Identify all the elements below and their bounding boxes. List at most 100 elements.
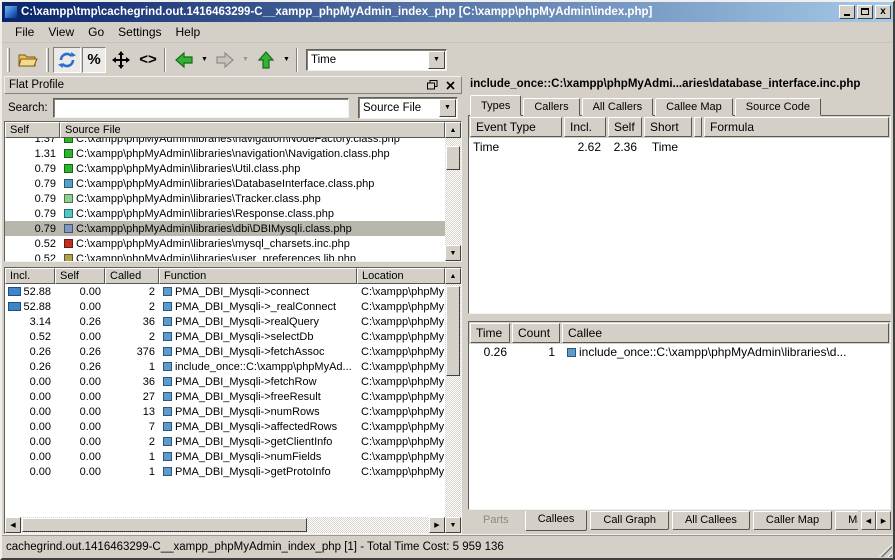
callee-row[interactable]: 0.26 1 include_once::C:\xampp\phpMyAdmin…: [469, 344, 890, 361]
close-button[interactable]: x: [875, 5, 891, 19]
scrollbar-track[interactable]: [445, 377, 461, 517]
function-row[interactable]: 52.88 0.00 2 PMA_DBI_Mysqli->connect C:\…: [5, 284, 445, 299]
function-row[interactable]: 0.52 0.00 2 PMA_DBI_Mysqli->selectDb C:\…: [5, 329, 445, 344]
context-tab[interactable]: Caller Map: [753, 511, 832, 530]
incl-cell: 0.26: [5, 361, 55, 373]
forward-dropdown-caret[interactable]: ▼: [240, 47, 251, 73]
event-type-row[interactable]: Time 2.62 2.36 Time: [469, 138, 890, 155]
tab-scroll-right-icon[interactable]: ▶: [876, 511, 891, 530]
function-row[interactable]: 0.00 0.00 13 PMA_DBI_Mysqli->numRows C:\…: [5, 404, 445, 419]
float-dock-button[interactable]: [425, 79, 439, 92]
column-header-incl[interactable]: Incl.: [5, 268, 55, 284]
source-file-row[interactable]: 1.31 C:\xampp\phpMyAdmin\libraries\navig…: [5, 146, 445, 161]
tab-scroll-left-icon[interactable]: ◀: [861, 511, 876, 530]
source-file-row[interactable]: 0.52 C:\xampp\phpMyAdmin\libraries\user_…: [5, 251, 445, 261]
maximize-icon: [861, 8, 869, 15]
scrollbar-thumb[interactable]: [446, 146, 460, 170]
column-header-incl[interactable]: Incl.: [564, 117, 606, 137]
source-file-row[interactable]: 0.79 C:\xampp\phpMyAdmin\libraries\Track…: [5, 191, 445, 206]
function-row[interactable]: 52.88 0.00 2 PMA_DBI_Mysqli->_realConnec…: [5, 299, 445, 314]
menu-item[interactable]: View: [41, 23, 81, 41]
scrollbar-thumb[interactable]: [22, 518, 307, 532]
combobox-dropdown-button[interactable]: ▼: [428, 51, 445, 69]
source-file-row[interactable]: 1.37 C:\xampp\phpMyAdmin\libraries\navig…: [5, 138, 445, 146]
combobox-dropdown-button[interactable]: ▼: [439, 99, 456, 117]
context-tab[interactable]: Types: [470, 95, 521, 116]
maximize-button[interactable]: [857, 5, 873, 19]
scrollbar-track[interactable]: [445, 171, 461, 245]
scrollbar-track[interactable]: [308, 517, 429, 533]
forward-button[interactable]: [211, 47, 239, 73]
back-button[interactable]: [170, 47, 198, 73]
scroll-right-icon[interactable]: ▶: [429, 517, 445, 533]
source-file-row[interactable]: 0.52 C:\xampp\phpMyAdmin\libraries\mysql…: [5, 236, 445, 251]
menu-item[interactable]: Settings: [111, 23, 168, 41]
function-row[interactable]: 3.14 0.26 36 PMA_DBI_Mysqli->realQuery C…: [5, 314, 445, 329]
up-dropdown-caret[interactable]: ▼: [281, 47, 292, 73]
context-tab[interactable]: Source Code: [735, 98, 821, 116]
column-header-location[interactable]: Location: [357, 268, 445, 284]
function-row[interactable]: 0.00 0.00 1 PMA_DBI_Mysqli->getProtoInfo…: [5, 464, 445, 479]
column-header-count[interactable]: Count: [512, 323, 560, 343]
context-tab[interactable]: Machine: [835, 511, 858, 530]
scroll-down-icon[interactable]: ▼: [445, 517, 461, 533]
toolbar-handle[interactable]: [7, 48, 10, 72]
menu-item[interactable]: File: [8, 23, 41, 41]
incl-cell: 0.00: [5, 421, 55, 433]
context-tab[interactable]: All Callees: [672, 511, 750, 530]
event-type-combobox[interactable]: Time ▼: [306, 49, 447, 71]
minimize-button[interactable]: [839, 5, 855, 19]
source-list-vscrollbar[interactable]: ▲ ▼: [445, 122, 461, 261]
function-row[interactable]: 0.00 0.00 27 PMA_DBI_Mysqli->freeResult …: [5, 389, 445, 404]
scroll-left-icon[interactable]: ◀: [5, 517, 21, 533]
context-tab[interactable]: Call Graph: [590, 511, 669, 530]
called-cell: 1: [105, 361, 159, 373]
column-header-self[interactable]: Self: [55, 268, 105, 284]
column-header-self[interactable]: Self: [5, 122, 60, 138]
menu-item[interactable]: Go: [81, 23, 111, 41]
group-by-combobox[interactable]: Source File ▼: [358, 97, 458, 119]
column-header-time[interactable]: Time: [470, 323, 510, 343]
source-file-row[interactable]: 0.79 C:\xampp\phpMyAdmin\libraries\Respo…: [5, 206, 445, 221]
open-file-button[interactable]: [14, 47, 42, 73]
source-file-row[interactable]: 0.79 C:\xampp\phpMyAdmin\libraries\Datab…: [5, 176, 445, 191]
scroll-down-icon[interactable]: ▼: [445, 245, 461, 261]
expand-collapse-button[interactable]: <>: [136, 47, 160, 73]
close-dock-button[interactable]: [443, 79, 457, 92]
back-dropdown-caret[interactable]: ▼: [199, 47, 210, 73]
function-row[interactable]: 0.00 0.00 2 PMA_DBI_Mysqli->getClientInf…: [5, 434, 445, 449]
context-tab[interactable]: Callee Map: [655, 98, 733, 116]
source-file-row[interactable]: 0.79 C:\xampp\phpMyAdmin\libraries\dbi\D…: [5, 221, 445, 236]
column-header-formula[interactable]: Formula: [704, 117, 889, 137]
file-path: C:\xampp\phpMyAdmin\libraries\navigation…: [76, 138, 400, 145]
context-tab[interactable]: Callers: [523, 98, 579, 116]
function-table-hscrollbar[interactable]: ◀ ▶: [5, 517, 445, 533]
relative-percent-button[interactable]: %: [82, 47, 106, 73]
function-row[interactable]: 0.00 0.00 7 PMA_DBI_Mysqli->affectedRows…: [5, 419, 445, 434]
move-dock-button[interactable]: [107, 47, 135, 73]
column-header-source-file[interactable]: Source File: [60, 122, 445, 138]
scroll-up-icon[interactable]: ▲: [445, 268, 461, 284]
context-tab[interactable]: Callees: [525, 511, 588, 531]
cycle-grouping-button[interactable]: [53, 47, 81, 73]
function-row[interactable]: 0.26 0.26 376 PMA_DBI_Mysqli->fetchAssoc…: [5, 344, 445, 359]
scrollbar-thumb[interactable]: [446, 286, 460, 376]
search-input[interactable]: [53, 98, 349, 118]
column-header-callee[interactable]: Callee: [562, 323, 889, 343]
toolbar-handle[interactable]: [46, 48, 49, 72]
function-row[interactable]: 0.00 0.00 36 PMA_DBI_Mysqli->fetchRow C:…: [5, 374, 445, 389]
function-row[interactable]: 0.00 0.00 1 PMA_DBI_Mysqli->numFields C:…: [5, 449, 445, 464]
function-row[interactable]: 0.26 0.26 1 include_once::C:\xampp\phpMy…: [5, 359, 445, 374]
column-header-event-type[interactable]: Event Type: [470, 117, 562, 137]
column-header-called[interactable]: Called: [105, 268, 159, 284]
scroll-up-icon[interactable]: ▲: [445, 122, 461, 138]
context-tab[interactable]: All Callers: [582, 98, 654, 116]
context-tab[interactable]: Parts: [470, 511, 522, 530]
column-header-function[interactable]: Function: [159, 268, 357, 284]
up-button[interactable]: [252, 47, 280, 73]
menu-item[interactable]: Help: [169, 23, 208, 41]
source-file-row[interactable]: 0.79 C:\xampp\phpMyAdmin\libraries\Util.…: [5, 161, 445, 176]
column-header-self[interactable]: Self: [608, 117, 642, 137]
function-table-vscrollbar[interactable]: ▲ ▼: [445, 268, 461, 533]
column-header-short[interactable]: Short: [644, 117, 692, 137]
